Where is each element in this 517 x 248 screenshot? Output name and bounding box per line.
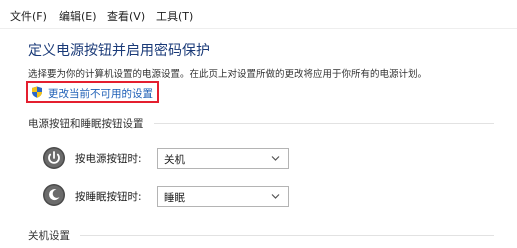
section-shutdown-heading: 关机设置 [28,230,70,242]
sleep-button-label: 按睡眠按钮时: [75,191,142,203]
page-title: 定义电源按钮并启用密码保护 [28,43,210,59]
section-divider [80,235,494,236]
menu-bar: 文件(F) 编辑(E) 查看(V) 工具(T) [0,0,517,28]
sleep-button-value: 睡眠 [164,192,185,204]
power-button-select[interactable]: 关机 [157,148,289,169]
section-divider [154,123,494,124]
menu-edit[interactable]: 编辑(E) [59,8,97,24]
menu-view[interactable]: 查看(V) [107,8,145,24]
section-power-buttons-heading: 电源按钮和睡眠按钮设置 [28,118,144,130]
change-settings-highlight: 更改当前不可用的设置 [26,81,159,103]
sleep-icon [43,184,65,206]
menu-divider [0,28,517,29]
power-button-value: 关机 [164,154,185,166]
menu-tools[interactable]: 工具(T) [156,8,193,24]
sleep-button-select[interactable]: 睡眠 [157,186,289,207]
chevron-down-icon [271,156,280,161]
chevron-down-icon [271,194,280,199]
page-description: 选择要为你的计算机设置的电源设置。在此页上对设置所做的更改将应用于你所有的电源计… [28,69,428,80]
power-button-label: 按电源按钮时: [75,153,142,165]
power-icon [43,147,65,169]
menu-file[interactable]: 文件(F) [10,8,47,24]
change-settings-link[interactable]: 更改当前不可用的设置 [48,86,153,101]
shield-icon [32,86,42,98]
